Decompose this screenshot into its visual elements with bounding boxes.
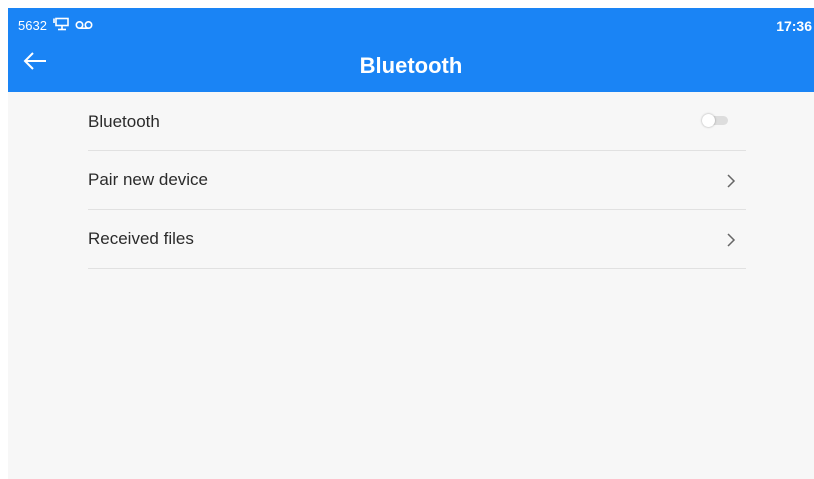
- page-title: Bluetooth: [359, 53, 463, 78]
- voicemail-icon: [75, 17, 93, 35]
- screen: 5632 17:36 Bluetooth Bluetooth Pair new …: [8, 8, 814, 479]
- status-time: 17:36: [776, 18, 812, 34]
- app-bar: 5632 17:36 Bluetooth: [8, 8, 814, 92]
- received-files-label: Received files: [88, 229, 194, 248]
- bluetooth-label: Bluetooth: [88, 112, 160, 131]
- pair-new-device-row[interactable]: Pair new device: [88, 151, 746, 210]
- switch-thumb: [702, 114, 715, 127]
- pair-new-device-label: Pair new device: [88, 170, 209, 189]
- bluetooth-toggle-row[interactable]: Bluetooth: [88, 92, 746, 151]
- status-bar-left: 5632: [18, 17, 93, 35]
- network-icon: [53, 17, 69, 36]
- settings-list: Bluetooth Pair new device Received files: [88, 92, 746, 269]
- chevron-right-icon: [726, 232, 736, 248]
- bluetooth-switch[interactable]: [702, 114, 728, 127]
- received-files-row[interactable]: Received files: [88, 210, 746, 269]
- status-number: 5632: [18, 18, 47, 33]
- chevron-right-icon: [726, 173, 736, 189]
